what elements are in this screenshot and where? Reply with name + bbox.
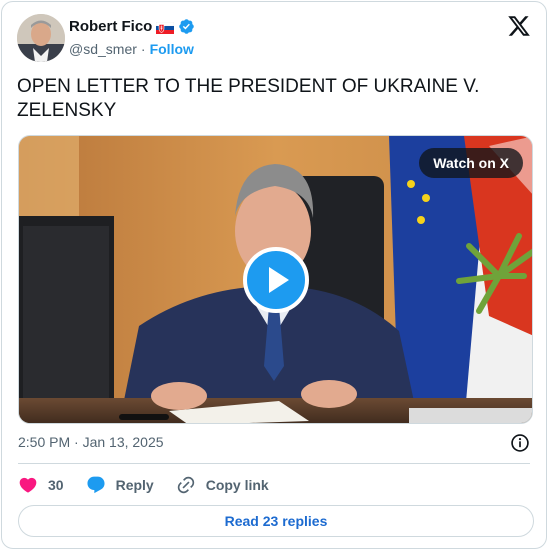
handle-line: @sd_smer · Follow <box>69 41 194 57</box>
slovakia-flag-icon <box>156 21 175 34</box>
play-icon <box>269 267 289 293</box>
avatar[interactable] <box>17 14 65 62</box>
tweet-timestamp[interactable]: 2:50 PM · Jan 13, 2025 <box>18 434 164 450</box>
author-name[interactable]: Robert Fico <box>69 18 152 35</box>
reply-button[interactable]: Reply <box>86 475 154 495</box>
verified-badge-icon <box>178 18 195 35</box>
watch-on-x-button[interactable]: Watch on X <box>419 148 523 178</box>
like-count: 30 <box>48 477 64 493</box>
reply-label: Reply <box>115 477 154 493</box>
tweet-card: Robert Fico @sd_smer · Follow OPEN LETTE… <box>1 1 547 549</box>
play-button[interactable] <box>243 247 309 313</box>
info-icon[interactable] <box>510 433 530 453</box>
video-media[interactable]: Watch on X <box>18 135 533 424</box>
follow-button[interactable]: Follow <box>150 41 194 57</box>
action-bar: 30 Reply Copy link <box>18 472 269 498</box>
copy-link-button[interactable]: Copy link <box>176 475 269 495</box>
heart-icon <box>19 477 37 493</box>
separator-dot: · <box>140 41 146 57</box>
x-logo-icon[interactable] <box>507 14 531 38</box>
like-button[interactable]: 30 <box>18 475 64 495</box>
author-handle[interactable]: @sd_smer <box>69 41 137 57</box>
name-line: Robert Fico <box>69 18 195 35</box>
tweet-text: OPEN LETTER TO THE PRESIDENT OF UKRAINE … <box>17 76 480 121</box>
divider <box>18 463 530 464</box>
reply-bubble-icon <box>87 476 105 494</box>
link-icon <box>177 476 194 494</box>
copy-link-label: Copy link <box>205 477 269 493</box>
read-replies-button[interactable]: Read 23 replies <box>18 505 534 537</box>
tweet-header: Robert Fico @sd_smer · Follow <box>17 14 531 64</box>
